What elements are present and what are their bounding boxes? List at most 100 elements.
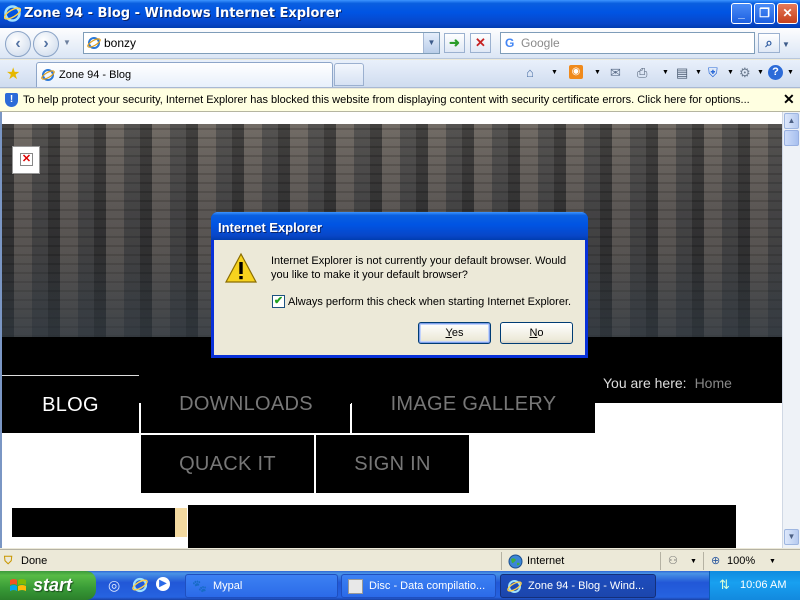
clock[interactable]: 10:06 AM <box>740 579 786 591</box>
favorites-star-icon[interactable]: ★ <box>6 64 20 84</box>
tab-zone94-blog[interactable]: Zone 94 - Blog <box>36 62 333 87</box>
broken-image-placeholder: ✕ <box>12 146 40 174</box>
nav-quack-it[interactable]: QUACK IT <box>141 435 314 493</box>
protected-mode-dropdown[interactable]: ▼ <box>690 553 697 570</box>
taskbar-item-zone94[interactable]: Zone 94 - Blog - Wind... <box>500 574 656 598</box>
status-text: Done <box>21 555 48 567</box>
start-label: start <box>33 575 73 595</box>
quicklaunch-player-icon[interactable]: ▶ <box>156 577 170 591</box>
go-button[interactable]: ➜ <box>444 33 465 53</box>
rss-dropdown[interactable]: ▼ <box>594 69 601 76</box>
vertical-scrollbar[interactable]: ▲ ▼ <box>782 112 800 548</box>
print-dropdown[interactable]: ▼ <box>662 69 669 76</box>
warning-icon <box>224 252 258 283</box>
nav-divider <box>139 404 141 434</box>
system-tray: ⇅ 10:06 AM <box>709 571 800 600</box>
back-icon: ‹ <box>15 35 21 52</box>
taskbar-item-label: Zone 94 - Blog - Wind... <box>528 580 645 592</box>
status-divider <box>660 552 661 570</box>
close-window-button[interactable]: ✕ <box>777 3 798 24</box>
information-bar[interactable]: ! To help protect your security, Interne… <box>0 89 800 112</box>
back-button[interactable]: ‹ <box>5 31 31 57</box>
google-icon: G <box>505 36 515 50</box>
default-browser-dialog: Internet Explorer Internet Explorer is n… <box>211 212 588 358</box>
globe-icon <box>508 554 523 569</box>
nav-sign-in[interactable]: SIGN IN <box>316 435 469 493</box>
status-divider <box>703 552 704 570</box>
help-dropdown[interactable]: ▼ <box>787 69 794 76</box>
forward-icon: › <box>43 35 49 52</box>
quicklaunch-ie-icon[interactable] <box>132 577 148 593</box>
ie-icon <box>507 580 522 593</box>
no-button[interactable]: No <box>500 322 573 344</box>
home-dropdown[interactable]: ▼ <box>551 69 558 76</box>
taskbar-item-disc[interactable]: Disc - Data compilatio... <box>341 574 496 598</box>
go-arrow-icon: ➜ <box>449 35 460 50</box>
search-input[interactable]: Google <box>521 36 560 50</box>
page-dropdown[interactable]: ▼ <box>695 69 702 76</box>
safety-icon[interactable]: ⛨ <box>708 65 718 81</box>
start-button[interactable]: start <box>0 571 96 600</box>
scroll-up-button[interactable]: ▲ <box>784 113 799 129</box>
search-button[interactable]: ⌕ <box>758 33 780 53</box>
information-bar-message[interactable]: To help protect your security, Internet … <box>23 94 750 106</box>
stop-button[interactable]: ✕ <box>470 33 491 53</box>
nav-downloads[interactable]: DOWNLOADS <box>141 375 351 433</box>
address-input[interactable]: bonzy <box>104 36 136 50</box>
zoom-icon: ⊕ <box>711 555 721 567</box>
help-icon[interactable]: ? <box>768 65 783 80</box>
scroll-down-button[interactable]: ▼ <box>784 529 799 545</box>
close-infobar-button[interactable]: ✕ <box>783 91 795 108</box>
history-dropdown[interactable]: ▼ <box>63 38 71 47</box>
tab-label: Zone 94 - Blog <box>59 69 132 81</box>
safely-remove-icon[interactable]: ⇅ <box>719 577 730 593</box>
safety-dropdown[interactable]: ▼ <box>727 69 734 76</box>
tab-bar: ★ Zone 94 - Blog ⌂ ▼ ◉ ▼ ✉ ⎙ ▼ ▤ ▼ ⛨ ▼ ⚙… <box>0 60 800 88</box>
zoom-dropdown[interactable]: ▼ <box>769 553 776 570</box>
window-title-bar[interactable]: Zone 94 - Blog - Windows Internet Explor… <box>0 0 800 28</box>
read-mail-icon[interactable]: ✉ <box>610 65 621 81</box>
navigation-bar: ‹ › ▼ bonzy ▼ ➜ ✕ G Google ⌕ ▼ <box>0 28 800 59</box>
taskbar-item-label: Mypal <box>213 580 243 592</box>
ie-icon <box>4 5 21 22</box>
address-bar[interactable]: bonzy ▼ <box>83 32 440 54</box>
breadcrumb: You are here: Home <box>603 375 732 391</box>
scroll-thumb[interactable] <box>784 130 799 146</box>
print-icon[interactable]: ⎙ <box>637 65 647 81</box>
zoom-level[interactable]: 100% <box>727 553 755 570</box>
breadcrumb-home-link[interactable]: Home <box>695 375 732 391</box>
zone-label[interactable]: Internet <box>527 553 564 570</box>
window-icon <box>348 579 363 594</box>
status-divider <box>501 552 502 570</box>
quicklaunch-media-icon[interactable]: ◎ <box>108 577 124 593</box>
tools-dropdown[interactable]: ▼ <box>757 69 764 76</box>
yes-button[interactable]: Yes <box>418 322 491 344</box>
taskbar-item-label: Disc - Data compilatio... <box>369 580 486 592</box>
tools-gear-icon[interactable]: ⚙ <box>739 65 751 81</box>
address-dropdown-button[interactable]: ▼ <box>423 33 439 53</box>
mypal-icon: 🐾 <box>192 579 207 593</box>
shield-icon: ! <box>5 93 18 107</box>
dialog-title-bar[interactable]: Internet Explorer <box>211 212 588 240</box>
minimize-button[interactable]: _ <box>731 3 752 24</box>
protected-mode-icon[interactable]: ⚇ <box>668 553 678 570</box>
status-bar: ⛉ Done Internet ⚇ ▼ ⊕ 100% ▼ <box>0 549 800 571</box>
nav-image-gallery[interactable]: IMAGE GALLERY <box>352 375 595 433</box>
new-tab-button[interactable] <box>334 63 364 86</box>
page-icon[interactable]: ▤ <box>676 65 688 81</box>
forward-button[interactable]: › <box>33 31 59 57</box>
breadcrumb-prefix: You are here: <box>603 375 687 391</box>
content-block <box>12 508 175 537</box>
restore-button[interactable]: ❐ <box>754 3 775 24</box>
rss-icon[interactable]: ◉ <box>569 65 583 79</box>
always-check-checkbox[interactable]: ✔ <box>272 295 285 308</box>
home-icon[interactable]: ⌂ <box>526 65 534 80</box>
window-title: Zone 94 - Blog - Windows Internet Explor… <box>24 6 342 21</box>
broken-image-icon: ✕ <box>20 153 33 166</box>
search-options-dropdown[interactable]: ▼ <box>782 40 790 49</box>
search-icon: ⌕ <box>765 35 773 50</box>
always-check-label[interactable]: Always perform this check when starting … <box>288 296 571 308</box>
taskbar-item-mypal[interactable]: 🐾 Mypal <box>185 574 338 598</box>
search-box[interactable]: G Google <box>500 32 755 54</box>
nav-blog[interactable]: BLOG <box>2 375 139 433</box>
